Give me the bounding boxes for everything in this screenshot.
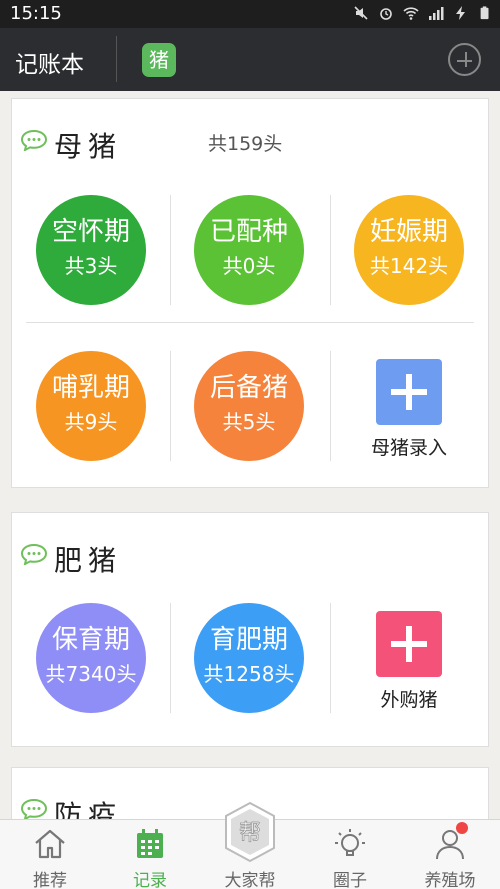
mute-icon [354, 6, 368, 20]
sow-card: 母猪 共159头 空怀期 共3头 已配种 共0头 妊娠期 共142头 哺乳期 共… [11, 98, 489, 488]
stage-count: 共3头 [64, 254, 118, 278]
sow-card-header: 母猪 共159头 [12, 99, 488, 169]
stage-name: 哺乳期 [51, 373, 130, 403]
stage-circle-reserve[interactable]: 后备猪 共5头 [194, 351, 304, 461]
fattening-card-header: 肥猪 [12, 513, 488, 583]
stage-circle-finishing[interactable]: 育肥期 共1258头 [194, 603, 304, 713]
stage-cell[interactable]: 哺乳期 共9头 [12, 347, 170, 467]
notification-dot [456, 822, 468, 834]
stage-cell[interactable]: 育肥期 共1258头 [170, 599, 328, 719]
stage-cell[interactable]: 已配种 共0头 [170, 191, 328, 311]
chat-bubble-icon [20, 798, 48, 819]
stage-count: 共0头 [222, 254, 276, 278]
calendar-icon [137, 829, 163, 858]
stage-circle-bred[interactable]: 已配种 共0头 [194, 195, 304, 305]
tab-farm[interactable]: 养殖场 [400, 820, 500, 889]
battery-icon [480, 6, 489, 20]
tab-label: 推荐 [33, 871, 67, 889]
home-icon [35, 829, 65, 859]
stage-name: 空怀期 [51, 217, 130, 247]
stage-circle-pregnant[interactable]: 妊娠期 共142头 [354, 195, 464, 305]
fattening-title: 肥猪 [54, 544, 123, 577]
row-divider [26, 322, 474, 323]
stage-count: 共9头 [64, 410, 118, 434]
wifi-icon [403, 7, 419, 20]
main-content: 母猪 共159头 空怀期 共3头 已配种 共0头 妊娠期 共142头 哺乳期 共… [0, 91, 500, 819]
sow-add-label[interactable]: 母猪录入 [330, 433, 488, 460]
stage-circle-nursery[interactable]: 保育期 共7340头 [36, 603, 146, 713]
tab-label: 记录 [133, 871, 167, 889]
stage-count: 共142头 [369, 254, 449, 278]
purchase-add-button[interactable] [376, 611, 442, 677]
purchase-add-label[interactable]: 外购猪 [330, 685, 488, 712]
stage-count: 共1258头 [203, 662, 295, 686]
stage-name: 后备猪 [209, 373, 288, 403]
alarm-icon [380, 8, 392, 20]
help-badge-icon[interactable]: 帮 [222, 801, 278, 863]
tab-records[interactable]: 记录 [100, 820, 200, 889]
status-bar: 15:15 [0, 0, 500, 28]
stage-count: 共5头 [222, 410, 276, 434]
tab-recommend[interactable]: 推荐 [0, 820, 100, 889]
help-badge-text: 帮 [239, 821, 261, 846]
app-title: 记账本 [15, 52, 84, 78]
tab-label: 大家帮 [224, 871, 276, 889]
sow-add-button[interactable] [376, 359, 442, 425]
stage-name: 育肥期 [209, 625, 288, 655]
stage-circle-lactating[interactable]: 哺乳期 共9头 [36, 351, 146, 461]
sow-total: 共159头 [208, 133, 283, 155]
tab-label: 养殖场 [424, 871, 476, 889]
animal-type-badge[interactable]: 猪 [142, 43, 176, 77]
stage-circle-empty[interactable]: 空怀期 共3头 [36, 195, 146, 305]
chat-bubble-icon [20, 129, 48, 151]
add-icon[interactable] [448, 43, 481, 76]
app-bar: 记账本 猪 [0, 28, 500, 91]
stage-count: 共7340头 [45, 662, 137, 686]
sow-add-cell[interactable]: 母猪录入 [330, 353, 488, 473]
stage-cell[interactable]: 后备猪 共5头 [170, 347, 328, 467]
stage-cell[interactable]: 空怀期 共3头 [12, 191, 170, 311]
sow-title: 母猪 [54, 130, 123, 163]
chat-bubble-icon [20, 543, 48, 565]
appbar-divider [116, 36, 117, 82]
fattening-add-cell[interactable]: 外购猪 [330, 605, 488, 725]
fattening-card: 肥猪 保育期 共7340头 育肥期 共1258头 外购猪 [11, 512, 489, 747]
status-time: 15:15 [10, 3, 62, 24]
stage-cell[interactable]: 保育期 共7340头 [12, 599, 170, 719]
vaccine-title: 防疫 [54, 799, 123, 819]
bottom-tab-bar: 推荐 记录 大家帮 帮 圈子 养殖场 [0, 801, 500, 889]
lightbulb-icon [335, 829, 365, 856]
stage-cell[interactable]: 妊娠期 共142头 [330, 191, 488, 311]
tab-label: 圈子 [333, 871, 367, 889]
signal-icon [429, 7, 444, 20]
stage-name: 保育期 [51, 625, 130, 655]
stage-name: 已配种 [209, 217, 288, 247]
charging-icon [456, 6, 465, 20]
stage-name: 妊娠期 [369, 217, 448, 247]
tab-circle[interactable]: 圈子 [300, 820, 400, 889]
